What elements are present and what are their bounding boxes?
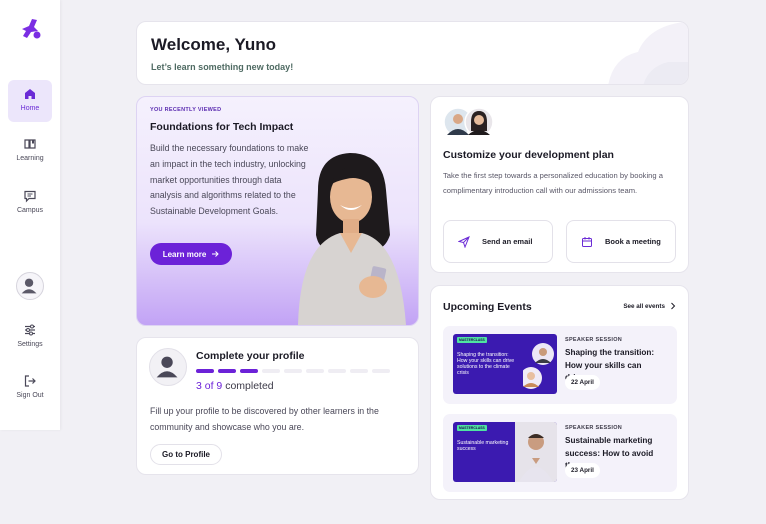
sliders-icon bbox=[25, 324, 35, 336]
profile-progress-count: 3 of 9 completed bbox=[196, 380, 274, 392]
event-date-badge: 22 April bbox=[565, 375, 600, 390]
event-type: SPEAKER SESSION bbox=[565, 337, 623, 343]
event-date-badge: 23 April bbox=[565, 463, 600, 478]
speaker-photo bbox=[515, 422, 557, 482]
sidebar-item-settings[interactable]: Settings bbox=[8, 316, 52, 358]
progress-segment bbox=[240, 369, 258, 373]
app-logo[interactable] bbox=[17, 16, 43, 40]
user-icon bbox=[21, 278, 37, 294]
development-plan-title: Customize your development plan bbox=[443, 149, 614, 161]
see-all-events-label: See all events bbox=[623, 302, 665, 310]
user-icon bbox=[156, 356, 178, 378]
event-tag-badge: MASTERCLASS bbox=[457, 425, 487, 431]
event-type: SPEAKER SESSION bbox=[565, 425, 623, 431]
learn-more-label: Learn more bbox=[162, 249, 207, 259]
event-item[interactable]: MASTERCLASS Sustainable marketing succes… bbox=[443, 414, 677, 492]
sidebar-item-label: Sign Out bbox=[16, 392, 44, 399]
user-avatar[interactable] bbox=[16, 272, 44, 300]
book-meeting-label: Book a meeting bbox=[605, 237, 661, 246]
send-email-button[interactable]: Send an email bbox=[443, 220, 553, 263]
profile-progress-bar bbox=[196, 369, 390, 373]
progress-segment bbox=[262, 369, 280, 373]
book-icon bbox=[24, 139, 36, 149]
send-email-label: Send an email bbox=[482, 237, 533, 246]
development-plan-card: Customize your development plan Take the… bbox=[430, 96, 689, 273]
complete-profile-card: Complete your profile 3 of 9 completed F… bbox=[136, 337, 419, 475]
sidebar-item-label: Home bbox=[20, 105, 40, 112]
sidebar-item-label: Settings bbox=[17, 341, 43, 348]
sidebar-item-label: Campus bbox=[16, 207, 44, 214]
events-title: Upcoming Events bbox=[443, 301, 532, 313]
sidebar-item-sign-out[interactable]: Sign Out bbox=[8, 367, 52, 409]
paper-plane-icon bbox=[458, 235, 470, 248]
progress-segment bbox=[218, 369, 236, 373]
progress-segment bbox=[350, 369, 368, 373]
event-tag-badge: MASTERCLASS bbox=[457, 337, 487, 343]
book-meeting-button[interactable]: Book a meeting bbox=[566, 220, 676, 263]
welcome-card: Welcome, Yuno Let’s learn something new … bbox=[136, 21, 689, 85]
profile-avatar bbox=[149, 348, 187, 386]
sidebar-item-learning[interactable]: Learning bbox=[8, 130, 52, 172]
decorative-shape bbox=[608, 22, 688, 84]
chevron-right-icon bbox=[671, 302, 676, 310]
home-icon bbox=[25, 89, 35, 99]
event-thumbnail-title: Sustainable marketing success bbox=[457, 440, 509, 452]
progress-segment bbox=[196, 369, 214, 373]
sign-out-icon bbox=[24, 375, 36, 387]
course-title: Foundations for Tech Impact bbox=[150, 121, 294, 133]
go-to-profile-button[interactable]: Go to Profile bbox=[150, 444, 222, 465]
sidebar-item-label: Learning bbox=[16, 155, 44, 162]
progress-segment bbox=[372, 369, 390, 373]
arrow-right-icon bbox=[212, 251, 219, 257]
sidebar: Home Learning Campus Settings Sign Out bbox=[0, 0, 60, 430]
event-thumbnail: MASTERCLASS Shaping the transition: How … bbox=[453, 334, 557, 394]
advisor-avatars bbox=[443, 107, 494, 137]
speaker-photos bbox=[523, 343, 554, 389]
sidebar-item-home[interactable]: Home bbox=[8, 80, 52, 122]
profile-progress-fraction: 3 of 9 bbox=[196, 380, 223, 392]
profile-body: Fill up your profile to be discovered by… bbox=[150, 406, 379, 432]
welcome-subtitle: Let’s learn something new today! bbox=[151, 62, 294, 72]
recently-viewed-eyebrow: YOU RECENTLY VIEWED bbox=[150, 107, 222, 113]
chat-icon bbox=[24, 190, 36, 203]
profile-progress-suffix: completed bbox=[222, 380, 274, 392]
development-plan-body: Take the first step towards a personaliz… bbox=[443, 171, 663, 195]
event-thumbnail: MASTERCLASS Sustainable marketing succes… bbox=[453, 422, 557, 482]
profile-title: Complete your profile bbox=[196, 350, 305, 362]
event-thumbnail-title: Shaping the transition: How your skills … bbox=[457, 352, 515, 376]
recently-viewed-card[interactable]: YOU RECENTLY VIEWED Foundations for Tech… bbox=[136, 96, 419, 326]
page-title: Welcome, Yuno bbox=[151, 35, 277, 54]
progress-segment bbox=[306, 369, 324, 373]
upcoming-events-card: Upcoming Events See all events MASTERCLA… bbox=[430, 285, 689, 500]
progress-segment bbox=[284, 369, 302, 373]
sidebar-item-campus[interactable]: Campus bbox=[8, 182, 52, 224]
progress-segment bbox=[328, 369, 346, 373]
see-all-events-link[interactable]: See all events bbox=[623, 302, 676, 310]
calendar-icon bbox=[582, 236, 592, 247]
learn-more-button[interactable]: Learn more bbox=[150, 243, 232, 265]
student-photo bbox=[298, 153, 406, 325]
event-item[interactable]: MASTERCLASS Shaping the transition: How … bbox=[443, 326, 677, 404]
event-thumbnail-details bbox=[457, 378, 513, 382]
